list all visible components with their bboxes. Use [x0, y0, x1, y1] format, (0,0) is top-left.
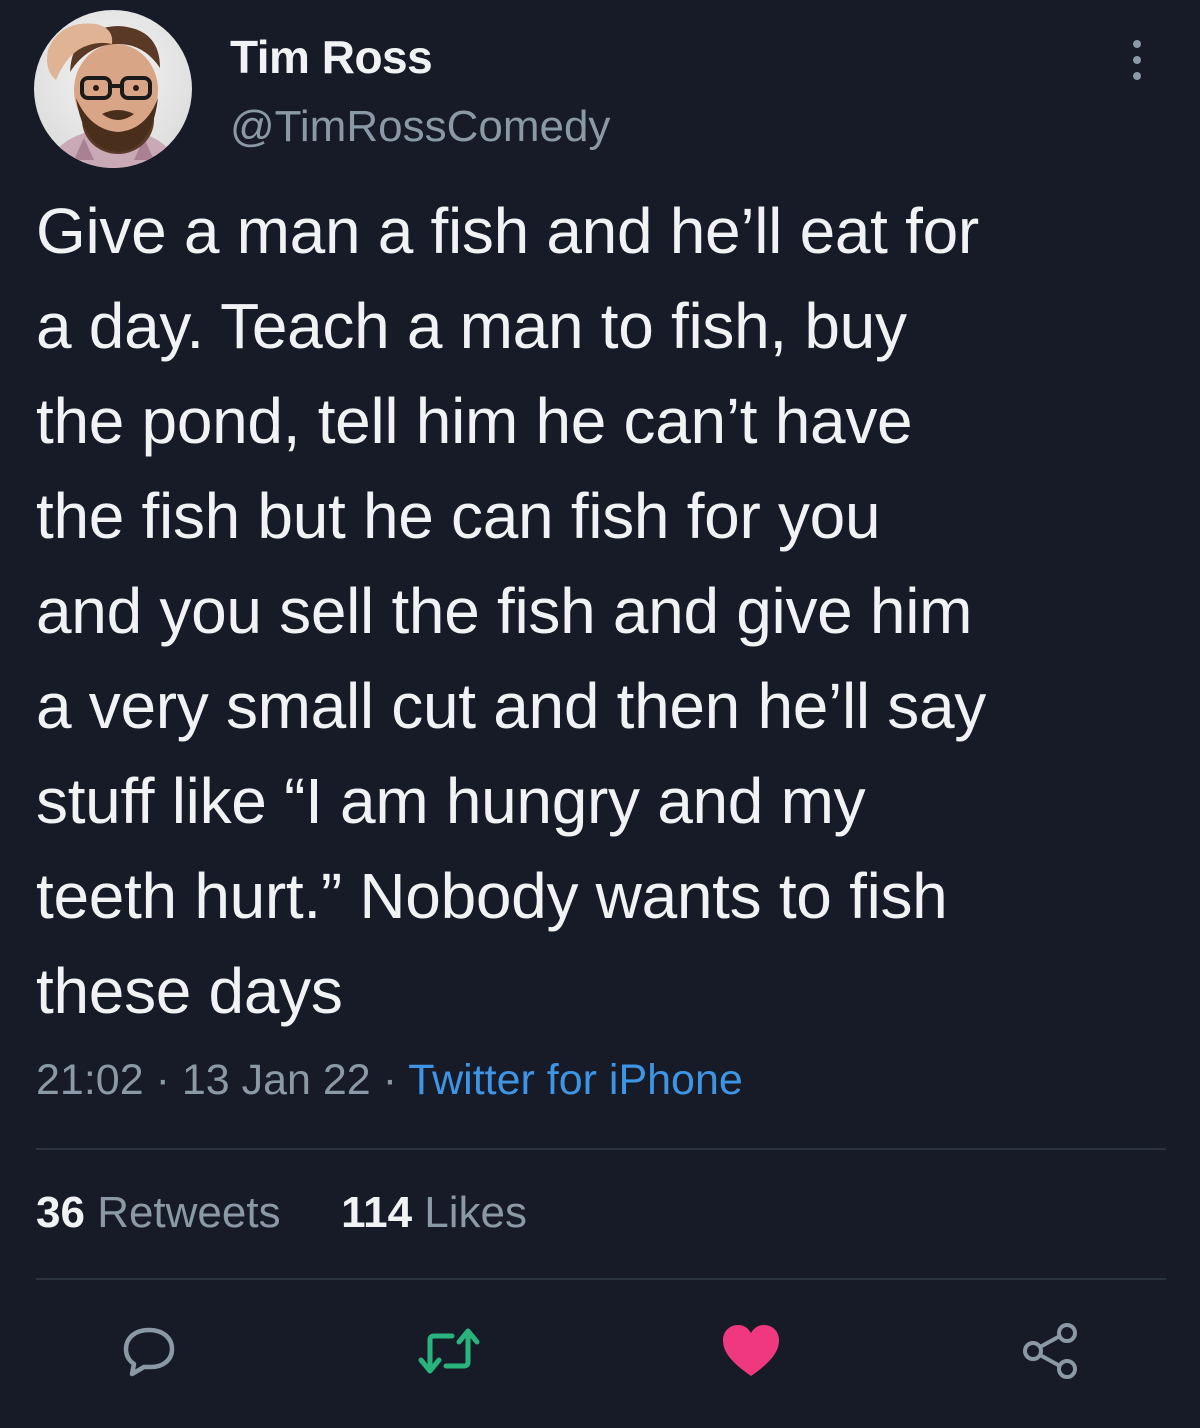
retweets-count: 36 [36, 1188, 85, 1237]
tweet-text-line: teeth hurt.” Nobody wants to fish [36, 860, 948, 932]
author-handle[interactable]: @TimRossComedy [230, 102, 610, 152]
share-icon [1023, 1323, 1077, 1379]
tweet-date[interactable]: 13 Jan 22 [182, 1056, 371, 1104]
divider [36, 1148, 1166, 1150]
tweet-text-line: and you sell the fish and give him [36, 575, 973, 647]
divider [36, 1278, 1166, 1280]
tweet-text-line: the fish but he can fish for you [36, 480, 881, 552]
meta-separator: · [155, 1056, 170, 1104]
retweets-stat[interactable]: 36 Retweets [36, 1188, 293, 1237]
tweet-text-line: stuff like “I am hungry and my [36, 765, 866, 837]
tweet-card: Tim Ross @TimRossComedy Give a man a fis… [0, 0, 1200, 1428]
share-button[interactable] [1018, 1318, 1084, 1384]
reply-icon [123, 1327, 175, 1377]
tweet-source-link[interactable]: Twitter for iPhone [408, 1056, 743, 1104]
tweet-text-line: the pond, tell him he can’t have [36, 385, 913, 457]
tweet-text-line: these days [36, 955, 343, 1027]
tweet-meta: 21:02 · 13 Jan 22 · Twitter for iPhone [36, 1056, 743, 1105]
likes-stat[interactable]: 114 Likes [329, 1188, 527, 1237]
retweet-button[interactable] [416, 1318, 482, 1384]
tweet-text-line: a very small cut and then he’ll say [36, 670, 986, 742]
heart-icon [723, 1325, 779, 1376]
author-name[interactable]: Tim Ross [230, 30, 433, 84]
tweet-text-line: Give a man a fish and he’ll eat for [36, 195, 979, 267]
retweet-icon [418, 1328, 480, 1374]
tweet-time[interactable]: 21:02 [36, 1056, 144, 1104]
meta-separator: · [382, 1056, 398, 1104]
author-avatar[interactable] [34, 10, 192, 168]
more-options-icon[interactable] [1122, 36, 1152, 84]
tweet-text: Give a man a fish and he’ll eat for a da… [36, 184, 1166, 1039]
retweets-label: Retweets [97, 1188, 281, 1237]
reply-button[interactable] [116, 1318, 182, 1384]
avatar-image [34, 10, 192, 168]
likes-label: Likes [424, 1188, 528, 1237]
likes-count: 114 [341, 1188, 413, 1237]
tweet-text-line: a day. Teach a man to fish, buy [36, 290, 907, 362]
like-button[interactable] [718, 1318, 784, 1384]
tweet-stats: 36 Retweets 114 Likes [36, 1188, 527, 1238]
